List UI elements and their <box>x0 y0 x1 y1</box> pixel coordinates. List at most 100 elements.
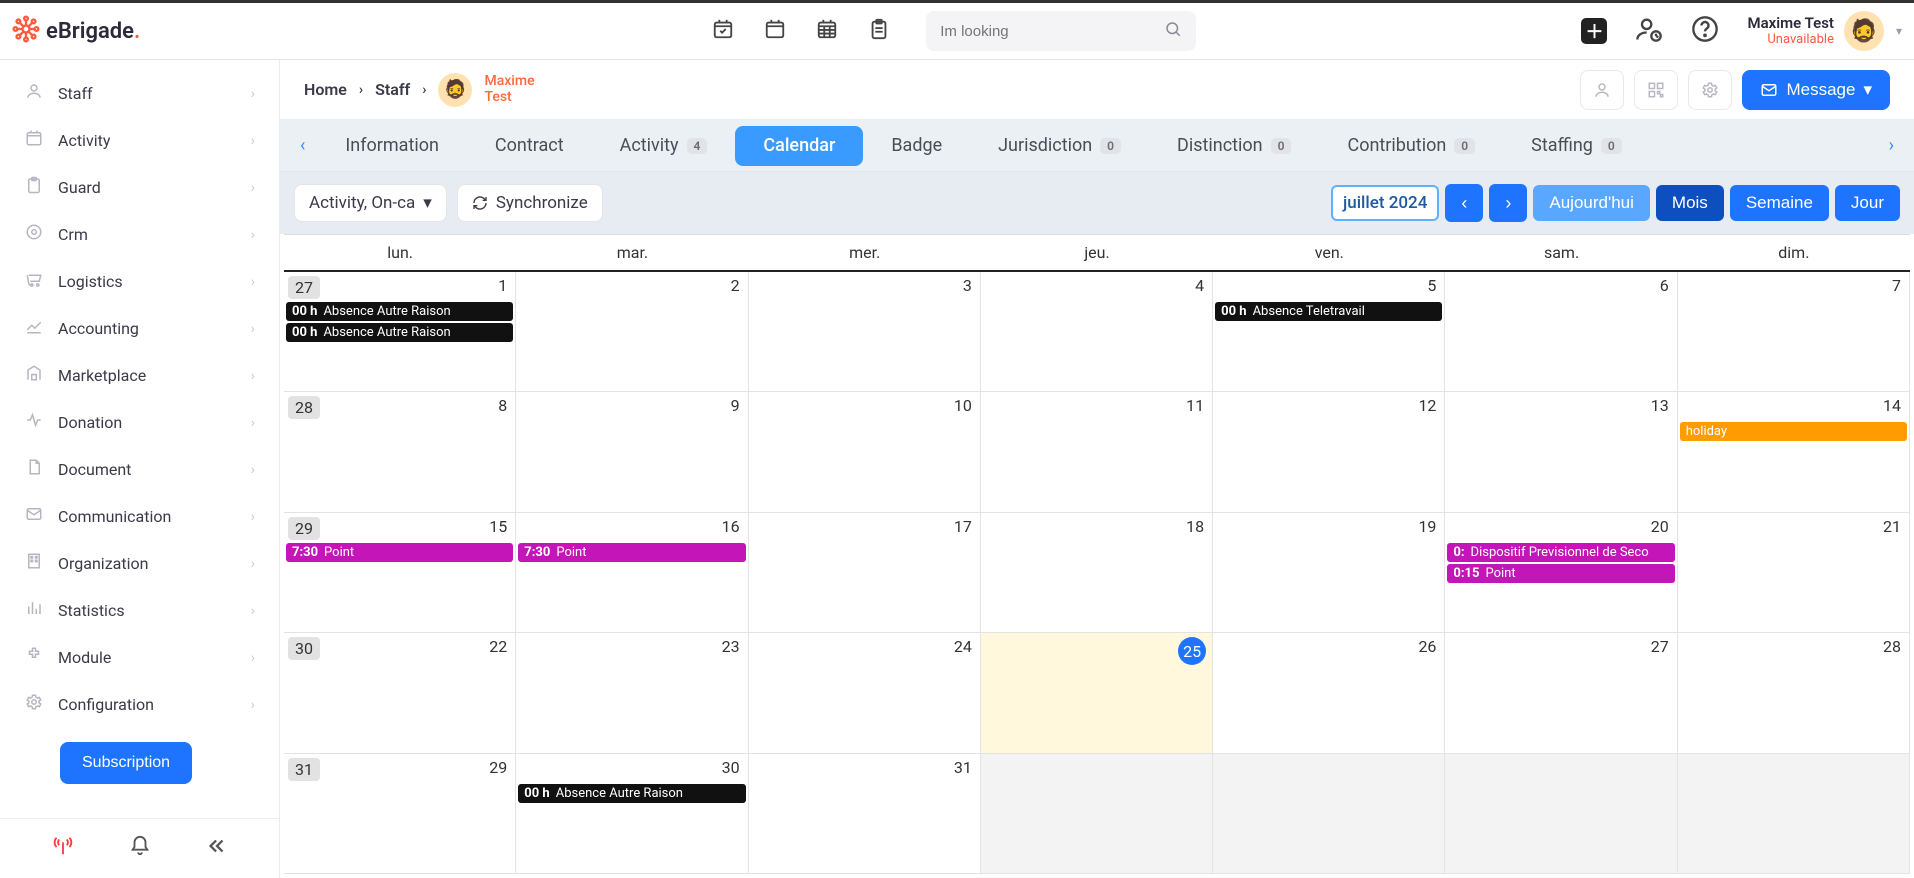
calendar-cell[interactable]: 18 <box>981 513 1213 633</box>
sidebar-item-guard[interactable]: Guard› <box>0 164 279 211</box>
calendar-cell[interactable]: 7 <box>1678 272 1910 392</box>
crumb-staff[interactable]: Staff <box>375 80 410 99</box>
day-view-button[interactable]: Jour <box>1835 185 1900 221</box>
calendar-event[interactable]: 0:15Point <box>1447 564 1674 583</box>
today-button[interactable]: Aujourd'hui <box>1533 185 1650 221</box>
calendar-cell[interactable]: 3022 <box>284 633 516 753</box>
calendar-cell[interactable]: 29157:30Point <box>284 513 516 633</box>
calendar-cell[interactable]: 25 <box>981 633 1213 753</box>
calendar-cell[interactable]: 26 <box>1213 633 1445 753</box>
subscription-button[interactable]: Subscription <box>60 742 192 784</box>
sidebar-item-donation[interactable]: Donation› <box>0 399 279 446</box>
calendar-cell[interactable]: 167:30Point <box>516 513 748 633</box>
help-icon[interactable] <box>1691 15 1719 47</box>
sidebar-item-organization[interactable]: Organization› <box>0 540 279 587</box>
calendar-event[interactable]: 00 hAbsence Autre Raison <box>518 784 745 803</box>
calendar-event[interactable]: 00 hAbsence Teletravail <box>1215 302 1442 321</box>
sidebar-item-logistics[interactable]: Logistics› <box>0 258 279 305</box>
sidebar-item-staff[interactable]: Staff› <box>0 70 279 117</box>
crumb-person[interactable]: Maxime Test <box>484 74 534 105</box>
calendar-cell[interactable]: 11 <box>981 392 1213 512</box>
filter-select[interactable]: Activity, On-ca ▾ <box>294 184 447 222</box>
calendar-cell[interactable]: 500 hAbsence Teletravail <box>1213 272 1445 392</box>
user-clock-icon[interactable] <box>1635 15 1663 47</box>
search-input[interactable] <box>940 23 1154 40</box>
calendar-event[interactable]: holiday <box>1680 422 1907 441</box>
add-button[interactable]: ＋ <box>1581 18 1607 44</box>
calendar-cell[interactable]: 10 <box>749 392 981 512</box>
tab-staffing[interactable]: Staffing 0 <box>1503 120 1650 171</box>
sidebar-item-statistics[interactable]: Statistics› <box>0 587 279 634</box>
sidebar-item-crm[interactable]: Crm› <box>0 211 279 258</box>
clipboard-icon[interactable] <box>868 18 890 44</box>
profile-icon-button[interactable] <box>1580 70 1624 110</box>
calendar-cell[interactable] <box>1678 754 1910 874</box>
calendar-cell[interactable]: 3129 <box>284 754 516 874</box>
calendar-event[interactable]: 00 hAbsence Autre Raison <box>286 323 513 342</box>
tab-distinction[interactable]: Distinction 0 <box>1149 120 1319 171</box>
calendar-cell[interactable]: 27100 hAbsence Autre Raison00 hAbsence A… <box>284 272 516 392</box>
calendar-cell[interactable] <box>1213 754 1445 874</box>
tab-badge[interactable]: Badge <box>863 120 970 171</box>
calendar-cell[interactable]: 23 <box>516 633 748 753</box>
tab-contribution[interactable]: Contribution 0 <box>1319 120 1503 171</box>
brand-e: e <box>46 19 58 44</box>
collapse-icon[interactable] <box>206 835 228 862</box>
sidebar-item-communication[interactable]: Communication› <box>0 493 279 540</box>
sidebar-item-accounting[interactable]: Accounting› <box>0 305 279 352</box>
tab-jurisdiction[interactable]: Jurisdiction 0 <box>970 120 1149 171</box>
calendar-check-icon[interactable] <box>712 18 734 44</box>
calendar-event[interactable]: 7:30Point <box>518 543 745 562</box>
sidebar-item-activity[interactable]: Activity› <box>0 117 279 164</box>
tab-scroll-right[interactable]: › <box>1877 135 1906 156</box>
tab-calendar[interactable]: Calendar <box>735 126 863 166</box>
calendar-event[interactable]: 0:Dispositif Previsionnel de Seco <box>1447 543 1674 562</box>
bell-icon[interactable] <box>129 835 151 862</box>
sidebar-item-marketplace[interactable]: Marketplace› <box>0 352 279 399</box>
next-period[interactable]: › <box>1489 184 1527 222</box>
calendar-cell[interactable]: 17 <box>749 513 981 633</box>
week-view-button[interactable]: Semaine <box>1730 185 1829 221</box>
sidebar-item-module[interactable]: Module› <box>0 634 279 681</box>
calendar-cell[interactable]: 9 <box>516 392 748 512</box>
calendar-cell[interactable]: 288 <box>284 392 516 512</box>
tab-activity[interactable]: Activity 4 <box>592 120 736 171</box>
calendar-cell[interactable]: 14holiday <box>1678 392 1910 512</box>
crumb-home[interactable]: Home <box>304 80 347 99</box>
message-button[interactable]: Message ▾ <box>1742 70 1890 110</box>
calendar-cell[interactable]: 4 <box>981 272 1213 392</box>
calendar-cell[interactable]: 2 <box>516 272 748 392</box>
sync-button[interactable]: Synchronize <box>457 184 603 222</box>
calendar-cell[interactable]: 28 <box>1678 633 1910 753</box>
calendar-event[interactable]: 00 hAbsence Autre Raison <box>286 302 513 321</box>
calendar-cell[interactable]: 12 <box>1213 392 1445 512</box>
gear-icon-button[interactable] <box>1688 70 1732 110</box>
tab-information[interactable]: Information <box>317 120 467 171</box>
month-view-button[interactable]: Mois <box>1656 185 1724 221</box>
calendar-cell[interactable]: 13 <box>1445 392 1677 512</box>
search-box[interactable] <box>926 11 1196 51</box>
tab-contract[interactable]: Contract <box>467 120 592 171</box>
calendar-cell[interactable]: 200:Dispositif Previsionnel de Seco0:15P… <box>1445 513 1677 633</box>
calendar-blank-icon[interactable] <box>764 18 786 44</box>
calendar-cell[interactable]: 31 <box>749 754 981 874</box>
calendar-cell[interactable]: 3 <box>749 272 981 392</box>
calendar-cell[interactable]: 24 <box>749 633 981 753</box>
broadcast-icon[interactable] <box>52 835 74 862</box>
prev-period[interactable]: ‹ <box>1445 184 1483 222</box>
sidebar-item-document[interactable]: Document› <box>0 446 279 493</box>
calendar-cell[interactable]: 3000 hAbsence Autre Raison <box>516 754 748 874</box>
calendar-cell[interactable] <box>981 754 1213 874</box>
calendar-cell[interactable]: 6 <box>1445 272 1677 392</box>
calendar-event[interactable]: 7:30Point <box>286 543 513 562</box>
calendar-grid-icon[interactable] <box>816 18 838 44</box>
sidebar-item-configuration[interactable]: Configuration› <box>0 681 279 728</box>
calendar-cell[interactable]: 21 <box>1678 513 1910 633</box>
logo[interactable]: eBrigade. <box>12 15 140 48</box>
tab-scroll-left[interactable]: ‹ <box>288 135 317 156</box>
qr-icon-button[interactable] <box>1634 70 1678 110</box>
calendar-cell[interactable]: 27 <box>1445 633 1677 753</box>
calendar-cell[interactable] <box>1445 754 1677 874</box>
calendar-cell[interactable]: 19 <box>1213 513 1445 633</box>
user-menu[interactable]: Maxime Test Unavailable 🧔 ▾ <box>1747 11 1902 51</box>
